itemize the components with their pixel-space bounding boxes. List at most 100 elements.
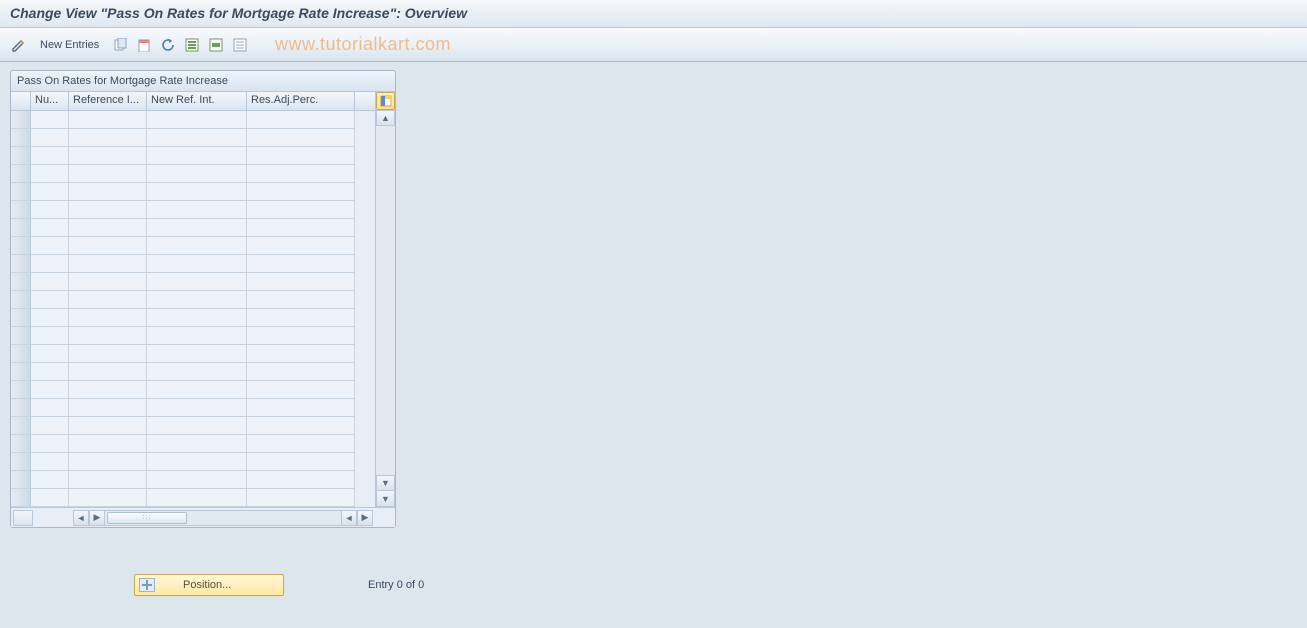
delete-icon[interactable] — [135, 36, 153, 54]
row-selector[interactable] — [11, 165, 31, 183]
table-cell[interactable] — [247, 129, 355, 147]
scroll-up-button[interactable]: ▲ — [376, 110, 395, 126]
table-cell[interactable] — [69, 327, 147, 345]
table-cell[interactable] — [147, 129, 247, 147]
table-cell[interactable] — [147, 381, 247, 399]
row-selector[interactable] — [11, 183, 31, 201]
table-cell[interactable] — [69, 165, 147, 183]
scroll-down-button[interactable]: ▼ — [376, 475, 395, 491]
table-cell[interactable] — [31, 111, 69, 129]
table-cell[interactable] — [147, 453, 247, 471]
table-cell[interactable] — [69, 291, 147, 309]
table-cell[interactable] — [69, 417, 147, 435]
row-selector[interactable] — [11, 327, 31, 345]
row-selector[interactable] — [11, 255, 31, 273]
column-header-new-ref-int[interactable]: New Ref. Int. — [147, 92, 247, 110]
table-cell[interactable] — [147, 219, 247, 237]
table-cell[interactable] — [31, 399, 69, 417]
table-cell[interactable] — [31, 237, 69, 255]
new-entries-button[interactable]: New Entries — [34, 37, 105, 53]
table-cell[interactable] — [147, 327, 247, 345]
table-cell[interactable] — [31, 435, 69, 453]
table-cell[interactable] — [69, 309, 147, 327]
table-cell[interactable] — [69, 381, 147, 399]
table-cell[interactable] — [31, 471, 69, 489]
table-settings-button[interactable] — [376, 92, 395, 110]
horizontal-scrollbar-track[interactable]: ::: — [105, 510, 341, 526]
scroll-last-button[interactable]: ▶ — [357, 510, 373, 526]
row-selector[interactable] — [11, 363, 31, 381]
column-header-res-adj-perc[interactable]: Res.Adj.Perc. — [247, 92, 355, 110]
table-cell[interactable] — [69, 219, 147, 237]
table-cell[interactable] — [31, 147, 69, 165]
table-cell[interactable] — [147, 489, 247, 507]
scroll-right-button[interactable]: ◄ — [341, 510, 357, 526]
table-cell[interactable] — [31, 309, 69, 327]
table-cell[interactable] — [247, 435, 355, 453]
table-cell[interactable] — [247, 255, 355, 273]
table-cell[interactable] — [31, 363, 69, 381]
horizontal-scrollbar-thumb[interactable]: ::: — [107, 512, 187, 524]
table-cell[interactable] — [147, 111, 247, 129]
row-selector[interactable] — [11, 309, 31, 327]
table-cell[interactable] — [247, 165, 355, 183]
column-header-reference-interest[interactable]: Reference I... — [69, 92, 147, 110]
row-selector[interactable] — [11, 345, 31, 363]
table-cell[interactable] — [247, 147, 355, 165]
select-all-icon[interactable] — [183, 36, 201, 54]
row-selector[interactable] — [11, 381, 31, 399]
table-cell[interactable] — [247, 111, 355, 129]
table-cell[interactable] — [69, 489, 147, 507]
table-cell[interactable] — [147, 309, 247, 327]
table-cell[interactable] — [31, 291, 69, 309]
table-cell[interactable] — [69, 201, 147, 219]
deselect-all-icon[interactable] — [231, 36, 249, 54]
table-cell[interactable] — [247, 219, 355, 237]
select-block-icon[interactable] — [207, 36, 225, 54]
table-cell[interactable] — [31, 219, 69, 237]
table-cell[interactable] — [247, 489, 355, 507]
row-selector[interactable] — [11, 489, 31, 507]
table-cell[interactable] — [69, 237, 147, 255]
table-cell[interactable] — [31, 129, 69, 147]
row-selector[interactable] — [11, 417, 31, 435]
table-cell[interactable] — [147, 399, 247, 417]
table-cell[interactable] — [69, 111, 147, 129]
table-cell[interactable] — [31, 489, 69, 507]
row-selector[interactable] — [11, 291, 31, 309]
scroll-first-button[interactable]: ◄ — [73, 510, 89, 526]
table-cell[interactable] — [69, 273, 147, 291]
row-selector[interactable] — [11, 237, 31, 255]
table-cell[interactable] — [31, 453, 69, 471]
scroll-left-button[interactable]: ▶ — [89, 510, 105, 526]
table-cell[interactable] — [147, 201, 247, 219]
table-cell[interactable] — [31, 273, 69, 291]
table-cell[interactable] — [69, 147, 147, 165]
table-cell[interactable] — [31, 165, 69, 183]
table-cell[interactable] — [247, 273, 355, 291]
table-cell[interactable] — [247, 381, 355, 399]
table-cell[interactable] — [247, 453, 355, 471]
row-selector[interactable] — [11, 273, 31, 291]
table-cell[interactable] — [69, 399, 147, 417]
row-selector[interactable] — [11, 111, 31, 129]
table-cell[interactable] — [247, 417, 355, 435]
table-cell[interactable] — [247, 327, 355, 345]
table-cell[interactable] — [69, 363, 147, 381]
position-button[interactable]: Position... — [134, 574, 284, 596]
table-cell[interactable] — [69, 129, 147, 147]
table-cell[interactable] — [69, 183, 147, 201]
table-cell[interactable] — [69, 255, 147, 273]
table-cell[interactable] — [31, 255, 69, 273]
table-cell[interactable] — [69, 345, 147, 363]
table-cell[interactable] — [147, 273, 247, 291]
table-cell[interactable] — [31, 183, 69, 201]
table-cell[interactable] — [31, 327, 69, 345]
row-selector[interactable] — [11, 471, 31, 489]
undo-change-icon[interactable] — [159, 36, 177, 54]
table-cell[interactable] — [247, 291, 355, 309]
table-cell[interactable] — [147, 417, 247, 435]
table-cell[interactable] — [147, 345, 247, 363]
table-cell[interactable] — [147, 147, 247, 165]
table-cell[interactable] — [247, 201, 355, 219]
